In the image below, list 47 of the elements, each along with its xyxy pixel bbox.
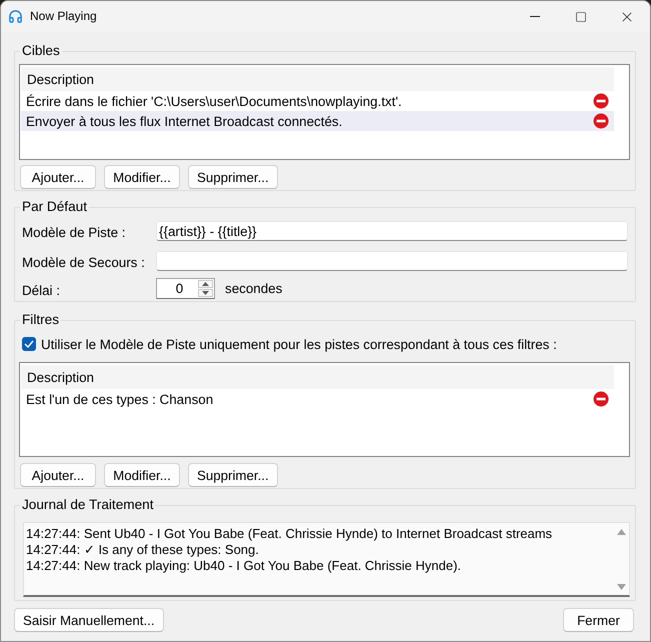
action-button[interactable]: Supprimer...: [188, 463, 278, 487]
action-button[interactable]: Ajouter...: [20, 165, 96, 189]
maximize-icon: [575, 10, 587, 22]
remove-icon[interactable]: [593, 391, 609, 407]
field-label: Modèle de Piste :: [22, 224, 126, 240]
headphones-icon: [8, 9, 23, 24]
remove-icon[interactable]: [593, 113, 609, 129]
caret-up-icon: [202, 282, 209, 286]
input-field[interactable]: [156, 251, 628, 271]
action-button[interactable]: Modifier...: [104, 165, 180, 189]
action-button[interactable]: Fermer: [563, 608, 634, 632]
list-row[interactable]: Envoyer à tous les flux Internet Broadcast connectés.: [21, 111, 614, 131]
group-title: Par Défaut: [21, 200, 88, 214]
caret-down-icon: [202, 291, 209, 295]
scroll-up-icon: [616, 529, 626, 535]
column-header[interactable]: Description: [21, 365, 614, 389]
group-title: Journal de Traitement: [21, 498, 154, 512]
unit-label: secondes: [225, 281, 282, 296]
column-header[interactable]: Description: [21, 67, 614, 91]
group-title: Filtres: [21, 313, 60, 327]
field-label: Délai :: [22, 282, 60, 298]
log-line: 14:27:44: Sent Ub40 - I Got You Babe (Feat. Chrissie Hynde) to Internet Broadcast streams: [26, 526, 552, 542]
checkbox-label: Utiliser le Modèle de Piste uniquement pour les pistes correspondant à tous ces filtres :: [41, 336, 557, 352]
remove-icon[interactable]: [593, 93, 609, 109]
group-title: Cibles: [21, 44, 61, 58]
input-field[interactable]: {{artist}} - {{title}}: [156, 221, 628, 241]
row-text: Envoyer à tous les flux Internet Broadcast connectés.: [26, 114, 342, 128]
number-field[interactable]: 0: [157, 279, 198, 298]
window-title: Now Playing: [30, 9, 97, 24]
check-icon: [24, 340, 34, 348]
row-text: Est l'un de ces types : Chanson: [26, 392, 214, 406]
action-button[interactable]: Modifier...: [104, 463, 180, 487]
checkbox[interactable]: [22, 337, 36, 351]
row-text: Écrire dans le fichier 'C:\Users\user\Documents\nowplaying.txt'.: [26, 94, 402, 108]
log-line: 14:27:44: ✓ Is any of these types: Song.: [26, 542, 259, 558]
spin-down-button[interactable]: [198, 289, 213, 297]
spin-up-button[interactable]: [198, 280, 213, 288]
minimize-icon: [530, 16, 540, 17]
log-line: 14:27:44: New track playing: Ub40 - I Got You Babe (Feat. Chrissie Hynde).: [26, 558, 462, 574]
action-button[interactable]: Supprimer...: [188, 165, 278, 189]
action-button[interactable]: Saisir Manuellement...: [14, 608, 164, 632]
action-button[interactable]: Ajouter...: [20, 463, 96, 487]
list-row[interactable]: Écrire dans le fichier 'C:\Users\user\Documents\nowplaying.txt'.: [21, 91, 614, 111]
spinbox[interactable]: 0: [156, 278, 215, 299]
list-row[interactable]: Est l'un de ces types : Chanson: [21, 389, 614, 409]
scroll-down-icon: [616, 584, 626, 590]
field-label: Modèle de Secours :: [22, 254, 145, 270]
